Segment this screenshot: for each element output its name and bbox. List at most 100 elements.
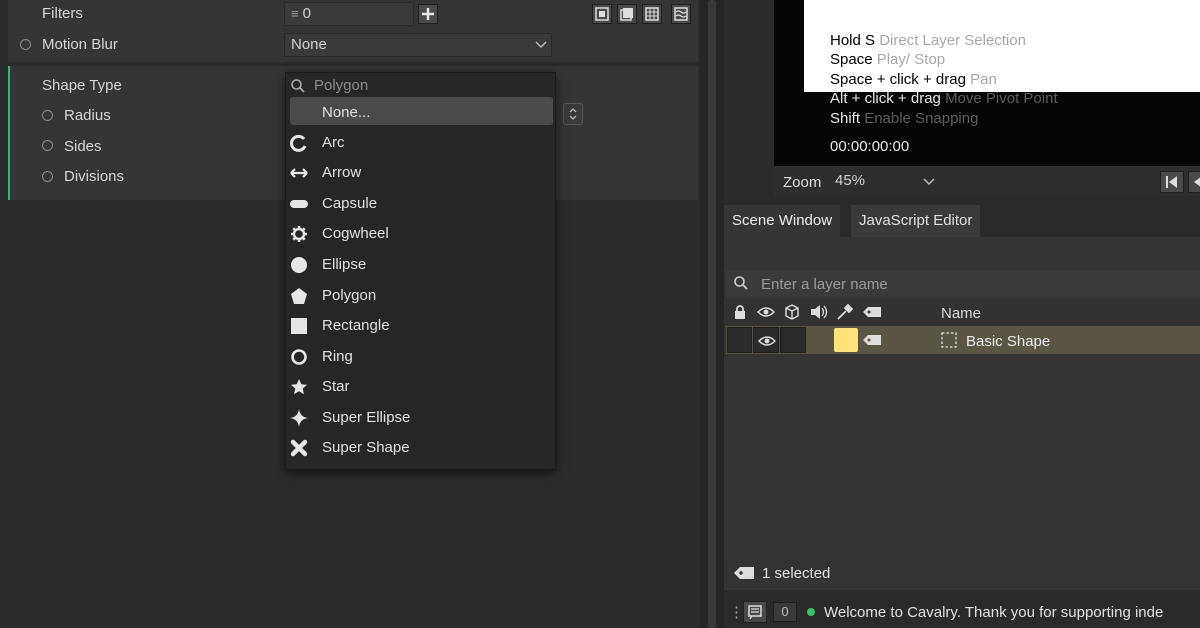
tab-scene-window[interactable]: Scene Window xyxy=(724,205,841,237)
console-toggle-button[interactable] xyxy=(743,601,767,623)
capsule-icon xyxy=(290,200,308,208)
dropdown-item-super-ellipse[interactable]: Super Ellipse xyxy=(286,403,555,433)
super-ellipse-icon xyxy=(290,409,308,427)
grid-icon xyxy=(645,7,659,21)
zoom-value: 45% xyxy=(835,172,866,189)
dropdown-item-none-label: None... xyxy=(322,104,371,121)
dropdown-item-label: Ellipse xyxy=(322,256,367,273)
add-filter-button[interactable] xyxy=(418,4,438,24)
arrow-icon xyxy=(290,168,308,178)
go-to-start-button[interactable] xyxy=(1160,171,1184,193)
hint-snapping: Shift Enable Snapping xyxy=(830,110,979,127)
layer-lock-toggle[interactable] xyxy=(727,327,752,353)
polygon-icon xyxy=(291,288,307,304)
chevron-down-icon xyxy=(535,41,547,49)
layer-3d-toggle[interactable] xyxy=(780,327,806,353)
dropdown-item-capsule[interactable]: Capsule xyxy=(286,189,555,219)
star-icon xyxy=(291,379,307,395)
toggle-button-3[interactable] xyxy=(642,4,662,24)
motion-blur-select[interactable]: None xyxy=(284,33,552,57)
speaker-icon[interactable] xyxy=(810,304,828,320)
motion-blur-label: Motion Blur xyxy=(42,36,118,53)
toggle-button-2[interactable] xyxy=(617,4,637,24)
shape-type-label: Shape Type xyxy=(42,77,122,94)
play-back-icon xyxy=(1194,177,1200,187)
cube-icon[interactable] xyxy=(784,304,800,320)
eye-icon[interactable] xyxy=(757,306,775,318)
arc-icon xyxy=(290,134,307,152)
dropdown-item-arrow[interactable]: Arrow xyxy=(286,158,555,188)
search-icon xyxy=(734,276,748,290)
wave-icon xyxy=(674,7,688,21)
dropdown-item-label: Arrow xyxy=(322,164,362,181)
dropdown-item-label: Super Shape xyxy=(322,439,410,456)
basic-shape-icon xyxy=(941,332,957,348)
layer-color-swatch[interactable] xyxy=(834,328,858,352)
dropdown-item-label: Star xyxy=(322,378,350,395)
status-dot xyxy=(807,608,815,616)
plus-icon xyxy=(422,8,434,20)
dropdown-item-rectangle[interactable]: Rectangle xyxy=(286,311,555,341)
super-shape-icon xyxy=(290,439,308,457)
dropdown-item-super-shape[interactable]: Super Shape xyxy=(286,433,555,463)
divisions-label: Divisions xyxy=(64,168,125,185)
tag-icon[interactable] xyxy=(862,334,882,346)
divisions-keyframe-button[interactable] xyxy=(42,171,53,182)
zoom-label: Zoom xyxy=(783,174,822,191)
radius-keyframe-button[interactable] xyxy=(42,110,53,121)
dropdown-item-label: Cogwheel xyxy=(322,225,389,242)
lock-icon[interactable] xyxy=(733,304,747,320)
layer-visibility-toggle[interactable] xyxy=(753,327,779,353)
hint-direct-selection: Hold S Direct Layer Selection xyxy=(830,32,1026,49)
dropdown-item-label: Polygon xyxy=(322,287,377,304)
tag-icon[interactable] xyxy=(862,306,882,318)
toggle-button-4[interactable] xyxy=(671,4,691,24)
dropdown-search-input[interactable]: Polygon xyxy=(314,77,368,94)
chevron-down-icon xyxy=(923,178,935,186)
console-message: Welcome to Cavalry. Thank you for suppor… xyxy=(824,604,1164,621)
dropdown-item-label: Ring xyxy=(322,348,353,365)
value-stepper[interactable] xyxy=(563,103,583,125)
dropdown-item-ellipse[interactable]: Ellipse xyxy=(286,250,555,280)
stepper-arrows-icon xyxy=(569,108,577,120)
attribute-scrollbar[interactable] xyxy=(708,0,716,628)
search-icon xyxy=(291,79,305,93)
dropdown-item-label: Rectangle xyxy=(322,317,390,334)
toggle-button-1[interactable] xyxy=(592,4,612,24)
zoom-select[interactable]: 45% xyxy=(831,170,941,194)
ellipse-icon xyxy=(291,257,307,273)
tag-icon xyxy=(734,567,754,579)
filters-label: Filters xyxy=(42,5,83,22)
layer-square-icon xyxy=(595,7,609,21)
sides-label: Sides xyxy=(64,138,102,155)
dropdown-item-label: Capsule xyxy=(322,195,378,212)
rectangle-icon xyxy=(291,318,307,334)
hint-play-stop: Space Play/ Stop xyxy=(830,51,946,68)
layer-search-input[interactable]: Enter a layer name xyxy=(761,276,888,293)
dropdown-item-arc[interactable]: Arc xyxy=(286,128,555,158)
timecode: 00:00:00:00 xyxy=(830,138,910,155)
cogwheel-icon xyxy=(291,226,307,242)
eye-icon xyxy=(758,336,776,346)
dropdown-item-ring[interactable]: Ring xyxy=(286,342,555,372)
dropdown-item-star[interactable]: Star xyxy=(286,372,555,402)
tab-javascript-editor[interactable]: JavaScript Editor xyxy=(851,205,981,237)
hint-pivot: Alt + click + drag Move Pivot Point xyxy=(830,90,1058,107)
step-back-button[interactable] xyxy=(1188,171,1200,193)
duplicate-icon xyxy=(620,8,633,21)
selection-count: 1 selected xyxy=(762,565,831,582)
name-column-header: Name xyxy=(941,305,982,322)
filters-count-field[interactable]: ≡ 0 xyxy=(284,2,414,26)
hint-pan: Space + click + drag Pan xyxy=(830,71,997,88)
sides-keyframe-button[interactable] xyxy=(42,140,53,151)
layer-name[interactable]: Basic Shape xyxy=(966,333,1050,350)
motion-blur-keyframe-button[interactable] xyxy=(20,39,31,50)
shape-type-dropdown: Polygon None... Arc Arrow Capsule Cogwhe… xyxy=(285,72,556,470)
dropdown-item-cogwheel[interactable]: Cogwheel xyxy=(286,219,555,249)
drag-handle-icon[interactable]: ⋮ xyxy=(729,603,744,621)
dropdown-item-label: Super Ellipse xyxy=(322,409,411,426)
radius-label: Radius xyxy=(64,107,111,124)
dropdown-item-polygon[interactable]: Polygon xyxy=(286,281,555,311)
eyedropper-icon[interactable] xyxy=(836,304,854,320)
console-icon xyxy=(748,605,762,619)
